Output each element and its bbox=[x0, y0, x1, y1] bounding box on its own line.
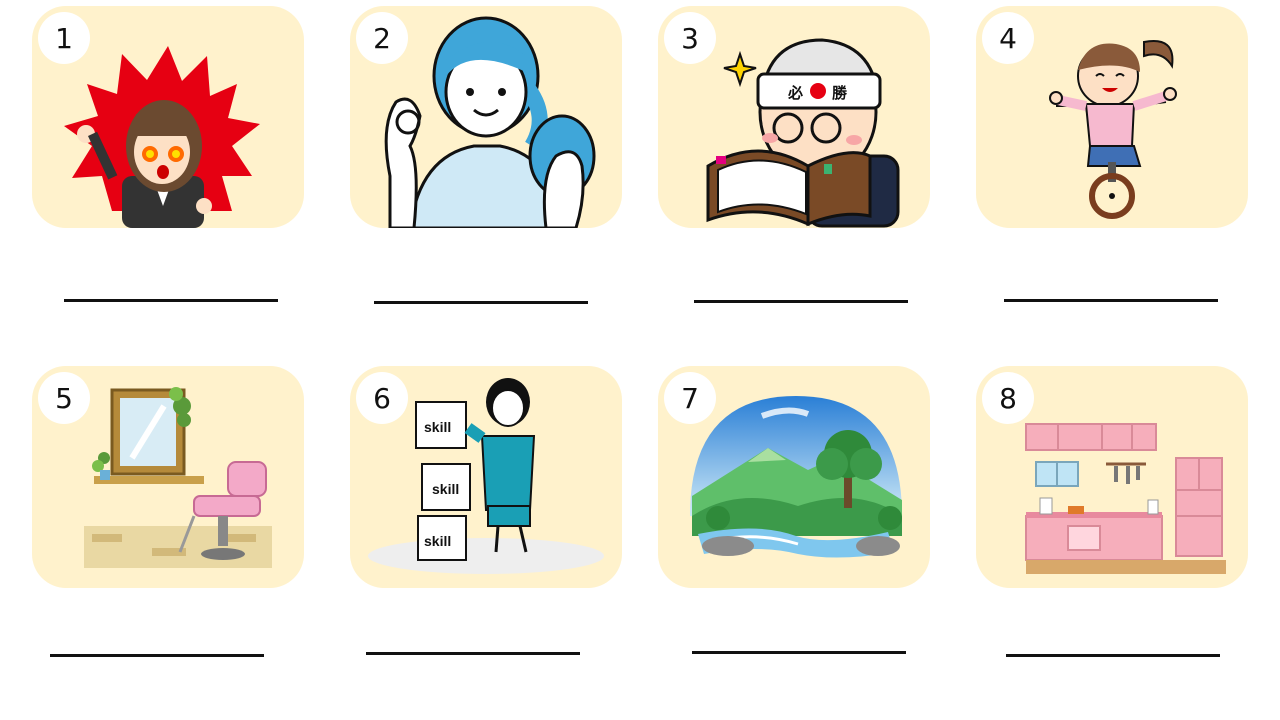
picture-card-5: 5 bbox=[32, 366, 304, 588]
picture-card-7: 7 bbox=[658, 366, 930, 588]
card-number: 7 bbox=[664, 372, 716, 424]
card-number: 2 bbox=[356, 12, 408, 64]
svg-text:勝: 勝 bbox=[832, 84, 848, 102]
svg-text:必: 必 bbox=[787, 84, 803, 102]
card-number: 3 bbox=[664, 12, 716, 64]
answer-line-2[interactable] bbox=[374, 301, 588, 304]
picture-card-4: 4 bbox=[976, 6, 1248, 228]
answer-line-3[interactable] bbox=[694, 300, 908, 303]
block-label: skill bbox=[432, 481, 459, 497]
block-label: skill bbox=[424, 419, 451, 435]
block-label: skill bbox=[424, 533, 451, 549]
answer-line-7[interactable] bbox=[692, 651, 906, 654]
answer-line-8[interactable] bbox=[1006, 654, 1220, 657]
picture-card-2: 2 bbox=[350, 6, 622, 228]
answer-line-5[interactable] bbox=[50, 654, 264, 657]
picture-card-8: 8 bbox=[976, 366, 1248, 588]
answer-line-4[interactable] bbox=[1004, 299, 1218, 302]
card-number: 5 bbox=[38, 372, 90, 424]
answer-line-1[interactable] bbox=[64, 299, 278, 302]
picture-card-3: 3 必 勝 bbox=[658, 6, 930, 228]
card-number: 8 bbox=[982, 372, 1034, 424]
card-number: 4 bbox=[982, 12, 1034, 64]
card-number: 1 bbox=[38, 12, 90, 64]
picture-card-6: 6 skill skill skill bbox=[350, 366, 622, 588]
picture-card-1: 1 bbox=[32, 6, 304, 228]
answer-line-6[interactable] bbox=[366, 652, 580, 655]
card-number: 6 bbox=[356, 372, 408, 424]
